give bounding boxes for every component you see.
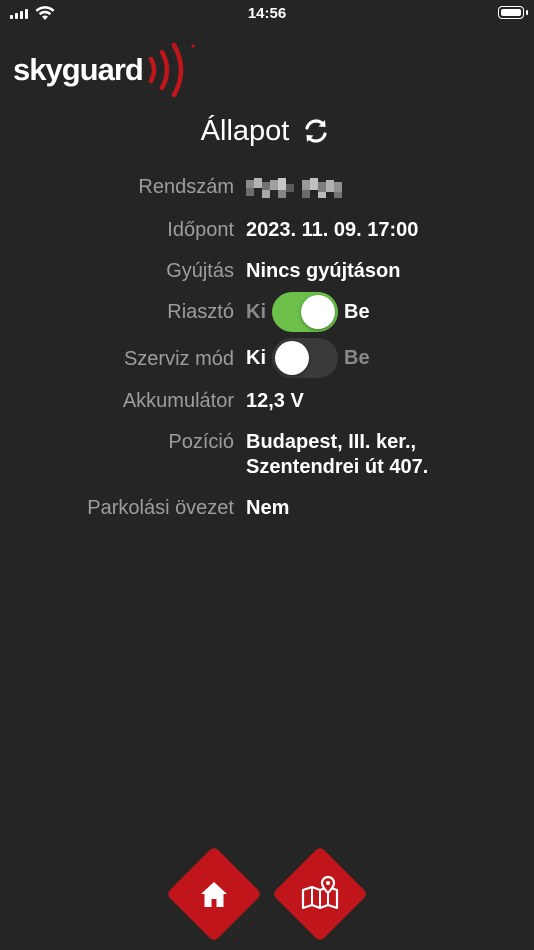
map-button[interactable] [271,845,369,943]
position-line-2: Szentendrei út 407. [246,456,429,478]
refresh-icon [305,119,327,143]
page-title: Állapot [200,114,290,147]
ignition-label: Gyújtás [166,260,234,282]
alarm-switch[interactable] [272,292,338,332]
ignition-value: Nincs gyújtáson [246,260,401,282]
app-screen: 14:56 skyguard Állapot Rendszám Időpont … [0,0,534,950]
service-on-label: Be [344,346,370,369]
service-switch-knob [275,341,309,375]
service-mode-switch[interactable] [272,338,338,378]
refresh-button[interactable] [299,114,333,148]
alarm-off-label: Ki [246,300,266,323]
license-plate-redacted [246,178,342,198]
brand-logo-text: skyguard [13,52,144,87]
position-line-1: Budapest, III. ker., [246,431,417,453]
title-row: Állapot [0,114,534,148]
signal-waves-icon [148,42,195,98]
service-mode-label: Szerviz mód [123,348,234,370]
home-button[interactable] [165,845,263,943]
parking-zone-label: Parkolási övezet [87,497,234,519]
alarm-on-label: Be [344,300,370,323]
battery-value: 12,3 V [246,390,304,412]
position-label: Pozíció [168,431,234,453]
brand-logo: skyguard [13,42,197,98]
time-value: 2023. 11. 09. 17:00 [246,219,419,241]
time-label: Időpont [167,219,234,241]
alarm-toggle-row: Ki Be [246,292,370,332]
alarm-switch-knob [301,295,335,329]
parking-zone-value: Nem [246,497,290,519]
service-mode-toggle-row: Ki Be [246,338,370,378]
battery-icon [498,6,528,19]
status-bar: 14:56 [0,0,534,30]
status-time: 14:56 [247,5,287,22]
service-off-label: Ki [246,346,266,369]
alarm-label: Riasztó [167,301,234,323]
battery-label: Akkumulátor [122,390,234,412]
plate-label: Rendszám [138,176,234,198]
